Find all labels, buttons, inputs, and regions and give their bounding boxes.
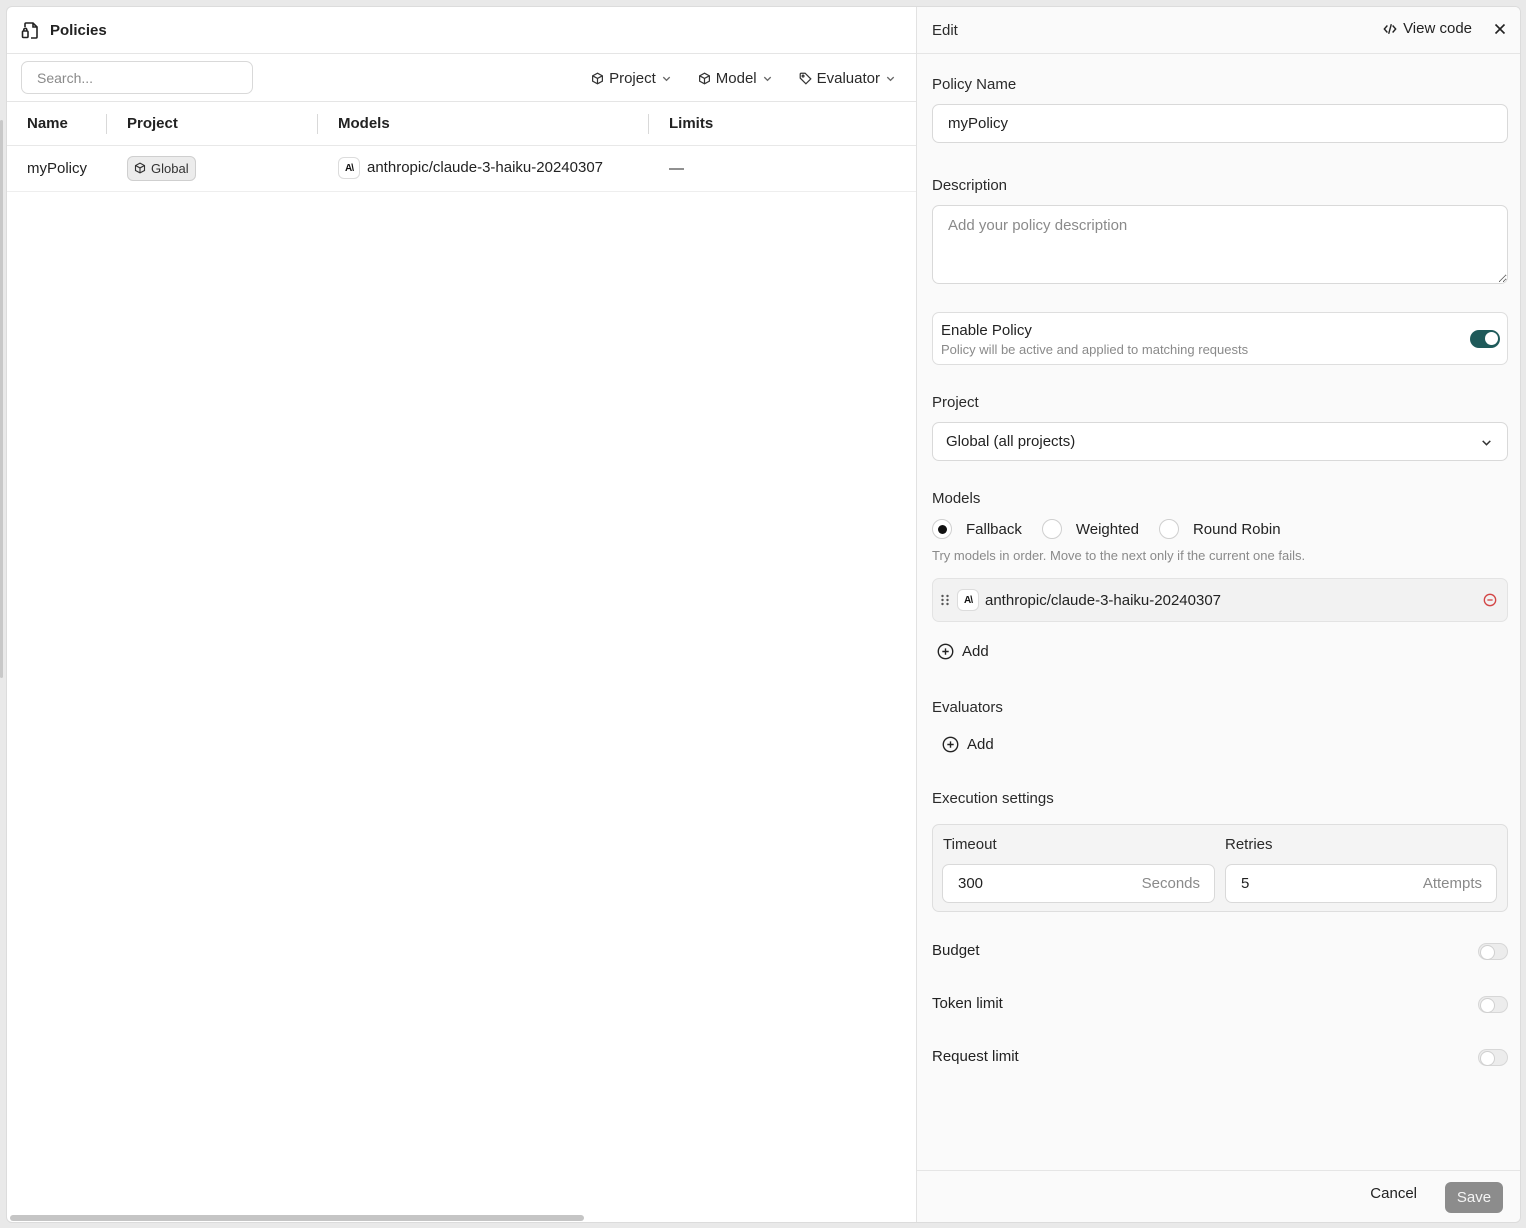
retries-field: Attempts [1225, 864, 1497, 903]
policies-table: Name Project Models Limits myPolicy Glob… [7, 102, 916, 192]
chevron-down-icon [662, 76, 670, 81]
enable-policy-toggle[interactable] [1470, 330, 1500, 348]
timeout-label: Timeout [943, 836, 997, 853]
radio-indicator [1041, 519, 1062, 539]
retries-input[interactable] [1226, 875, 1346, 892]
evaluator-filter[interactable]: Evaluator [799, 70, 896, 87]
radio-selected-indicator [932, 519, 952, 539]
project-filter[interactable]: Project [591, 70, 672, 87]
request-limit-row: Request limit [932, 1048, 1508, 1068]
cube-icon [698, 72, 710, 84]
window-left-edge [0, 120, 3, 678]
save-button[interactable]: Save [1445, 1182, 1503, 1213]
policy-limits-cell: — [649, 145, 916, 192]
description-label: Description [932, 177, 1008, 194]
app-window: Policies Project Model Evaluator [6, 6, 1521, 1223]
horizontal-scrollbar[interactable] [10, 1215, 584, 1221]
edit-panel-header: Edit View code [917, 7, 1520, 54]
anthropic-logo-icon: A\ [957, 589, 979, 611]
model-filter[interactable]: Model [698, 70, 773, 87]
models-label: Models [932, 490, 981, 507]
search-input[interactable] [21, 61, 253, 94]
column-header-models[interactable]: Models [318, 102, 649, 146]
cube-icon [592, 72, 604, 84]
cancel-button[interactable]: Cancel [1370, 1185, 1417, 1202]
budget-toggle[interactable] [1478, 943, 1508, 960]
model-list-item-name: anthropic/claude-3-haiku-20240307 [985, 591, 1222, 609]
project-filter-label: Project [609, 69, 656, 87]
chevron-down-icon [886, 76, 895, 81]
close-icon[interactable] [1492, 21, 1508, 37]
policy-name-input[interactable] [932, 104, 1508, 143]
policies-list-pane: Policies Project Model Evaluator [7, 7, 916, 1222]
token-limit-row: Token limit [932, 995, 1508, 1015]
table-row[interactable]: myPolicy Global A\ anthropic/claude-3-hai… [7, 145, 916, 192]
project-badge: Global [127, 155, 196, 181]
table-header-row: Name Project Models Limits [7, 102, 916, 146]
timeout-field: Seconds [942, 864, 1215, 903]
chevron-down-icon [1482, 440, 1491, 446]
execution-settings-label: Execution settings [932, 790, 1054, 807]
remove-circle-icon[interactable] [1483, 593, 1497, 607]
edit-panel: Edit View code Policy Name Description E… [916, 7, 1520, 1222]
add-model-button[interactable]: Add [937, 643, 989, 660]
project-select-value: Global (all projects) [946, 433, 1076, 450]
radio-weighted[interactable]: Weighted [1041, 519, 1139, 539]
chevron-down-icon [763, 76, 771, 81]
edit-panel-footer: Cancel Save [917, 1170, 1520, 1222]
plus-circle-icon [937, 643, 954, 660]
project-select[interactable]: Global (all projects) [932, 422, 1508, 461]
page-header: Policies [7, 7, 916, 54]
request-limit-label: Request limit [932, 1048, 1019, 1065]
column-header-name[interactable]: Name [7, 102, 107, 146]
policy-name-cell: myPolicy [7, 145, 107, 192]
timeout-input[interactable] [943, 875, 1063, 892]
radio-indicator [1158, 519, 1179, 539]
model-name: anthropic/claude-3-haiku-20240307 [367, 158, 604, 176]
enable-policy-subtitle: Policy will be active and applied to mat… [941, 342, 1249, 357]
cube-icon [134, 162, 146, 174]
timeout-unit: Seconds [1141, 875, 1200, 892]
policy-models-cell: A\ anthropic/claude-3-haiku-20240307 [318, 145, 649, 192]
budget-label: Budget [932, 942, 980, 959]
description-textarea[interactable] [932, 205, 1508, 284]
evaluators-label: Evaluators [932, 699, 1003, 716]
plus-circle-icon [942, 736, 959, 753]
radio-round-robin[interactable]: Round Robin [1158, 519, 1281, 539]
view-code-button[interactable]: View code [1383, 20, 1472, 37]
filter-group: Project Model Evaluator [591, 54, 896, 102]
budget-row: Budget [932, 942, 1508, 962]
edit-panel-title: Edit [932, 21, 958, 39]
token-limit-toggle[interactable] [1478, 996, 1508, 1013]
code-icon [1383, 23, 1397, 34]
tag-icon [799, 72, 812, 85]
routing-strategy-radio-group: Fallback Weighted Round Robin [932, 519, 1281, 539]
request-limit-toggle[interactable] [1478, 1049, 1508, 1066]
list-toolbar: Project Model Evaluator [7, 54, 916, 102]
execution-settings-box: Timeout Seconds Retries Attempts [932, 824, 1508, 912]
policy-file-icon [21, 22, 38, 39]
anthropic-logo-icon: A\ [338, 157, 360, 179]
retries-label: Retries [1225, 836, 1273, 853]
token-limit-label: Token limit [932, 995, 1003, 1012]
enable-policy-title: Enable Policy [941, 322, 1032, 339]
radio-fallback[interactable]: Fallback [932, 519, 1022, 539]
policy-project-cell: Global [107, 145, 318, 192]
policy-name-label: Policy Name [932, 76, 1017, 93]
column-header-limits[interactable]: Limits [649, 102, 916, 146]
column-header-project[interactable]: Project [107, 102, 318, 146]
evaluator-filter-label: Evaluator [816, 69, 880, 87]
add-evaluator-button[interactable]: Add [942, 736, 994, 753]
strategy-hint: Try models in order. Move to the next on… [932, 548, 1306, 563]
model-list-item: A\ anthropic/claude-3-haiku-20240307 [932, 578, 1508, 622]
page-title: Policies [50, 21, 107, 39]
drag-handle-icon[interactable] [939, 593, 951, 607]
project-label: Project [932, 394, 979, 411]
model-filter-label: Model [715, 69, 757, 87]
retries-unit: Attempts [1422, 875, 1482, 892]
enable-policy-row: Enable Policy Policy will be active and … [932, 312, 1508, 365]
